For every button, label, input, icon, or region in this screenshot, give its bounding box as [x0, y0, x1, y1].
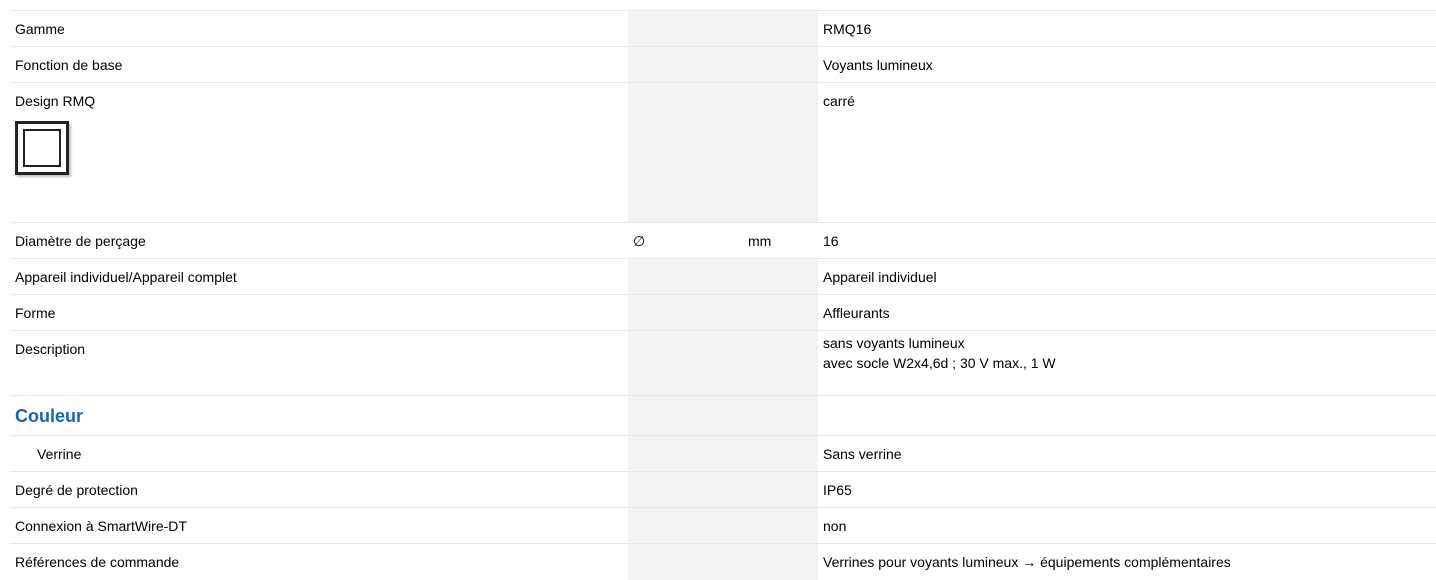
spec-value: Appareil individuel: [823, 269, 937, 285]
spec-unit: [743, 83, 818, 222]
spec-unit: mm: [743, 223, 818, 258]
spec-symbol: [628, 508, 743, 543]
diameter-symbol: ∅: [628, 223, 743, 258]
spec-row-fonction-de-base: Fonction de base Voyants lumineux: [10, 47, 1436, 83]
spec-value: Sans verrine: [823, 446, 902, 462]
spec-label: Description: [15, 341, 86, 357]
spec-value: Affleurants: [823, 305, 890, 321]
spec-symbol: [628, 331, 743, 395]
spec-label: Verrine: [37, 446, 82, 462]
spec-label-cell: Design RMQ: [10, 83, 628, 222]
spec-label: Degré de protection: [15, 482, 138, 498]
spec-symbol: [628, 83, 743, 222]
spec-unit: [743, 544, 818, 580]
spec-unit: [743, 47, 818, 82]
spec-row-description: Description sans voyants lumineux avec s…: [10, 331, 1436, 396]
spec-symbol: [628, 295, 743, 330]
spec-symbol: [628, 11, 743, 46]
group-title-cell: Couleur: [10, 396, 628, 435]
spec-value: Voyants lumineux: [823, 57, 933, 73]
spec-row-gamme: Gamme RMQ16: [10, 11, 1436, 47]
spec-row-appareil: Appareil individuel/Appareil complet App…: [10, 259, 1436, 295]
spec-value: RMQ16: [823, 21, 872, 37]
spec-row-degre-de-protection: Degré de protection IP65: [10, 472, 1436, 508]
spec-table: Gamme RMQ16 Fonction de base Voyants lum…: [10, 10, 1436, 580]
spec-unit: [743, 436, 818, 471]
spec-label: Références de commande: [15, 554, 180, 570]
description-line: sans voyants lumineux: [823, 335, 965, 351]
spec-symbol: [628, 436, 743, 471]
spec-value: 16: [823, 233, 839, 249]
square-design-icon-inner: [23, 129, 61, 167]
spec-unit: [743, 11, 818, 46]
spec-symbol: [628, 396, 743, 435]
spec-row-smartwire: Connexion à SmartWire-DT non: [10, 508, 1436, 544]
spec-label: Forme: [15, 305, 56, 321]
spec-label: Appareil individuel/Appareil complet: [15, 269, 237, 285]
spec-label: Connexion à SmartWire-DT: [15, 518, 187, 534]
spec-row-references: Références de commande Verrines pour voy…: [10, 544, 1436, 580]
spec-symbol: [628, 472, 743, 507]
spec-value: sans voyants lumineux avec socle W2x4,6d…: [818, 331, 1436, 395]
spec-row-design-rmq: Design RMQ carré: [10, 83, 1436, 223]
spec-value: non: [823, 518, 847, 534]
spec-symbol: [628, 47, 743, 82]
spec-symbol: [628, 544, 743, 580]
spec-value: [818, 396, 1436, 435]
spec-unit: [743, 472, 818, 507]
order-references-value: Verrines pour voyants lumineux → équipem…: [823, 554, 1231, 570]
group-title: Couleur: [15, 406, 84, 426]
spec-unit: [743, 508, 818, 543]
spec-value: carré: [823, 93, 855, 109]
spec-unit: [743, 295, 818, 330]
spec-label: Fonction de base: [15, 57, 123, 73]
spec-unit: [743, 331, 818, 395]
spec-row-diametre-de-percage: Diamètre de perçage ∅ mm 16: [10, 223, 1436, 259]
spec-unit: [743, 396, 818, 435]
spec-label: Diamètre de perçage: [15, 233, 146, 249]
spec-label: Gamme: [15, 21, 65, 37]
spec-row-forme: Forme Affleurants: [10, 295, 1436, 331]
spec-group-couleur: Couleur: [10, 396, 1436, 436]
spec-label: Design RMQ: [15, 93, 96, 109]
description-line: avec socle W2x4,6d ; 30 V max., 1 W: [823, 355, 1056, 371]
spec-unit: [743, 259, 818, 294]
spec-row-verrine: Verrine Sans verrine: [10, 436, 1436, 472]
square-design-icon: [15, 121, 69, 175]
spec-symbol: [628, 259, 743, 294]
spec-value: IP65: [823, 482, 852, 498]
